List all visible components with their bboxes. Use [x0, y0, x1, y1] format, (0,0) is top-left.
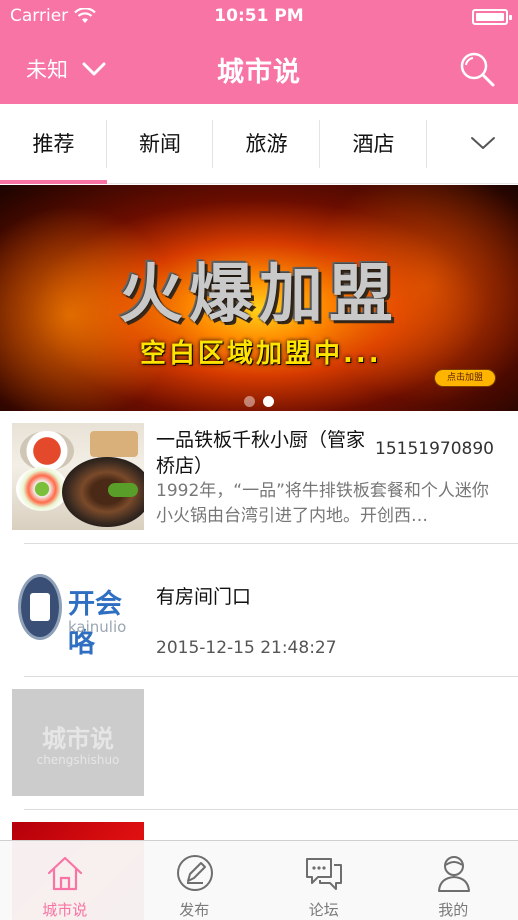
food-photo-greens	[108, 483, 138, 497]
item-thumbnail: 开会咯 kainulio	[12, 556, 144, 663]
tab-news[interactable]: 新闻	[107, 118, 213, 168]
item-date: 2015-12-15 21:48:27	[156, 638, 337, 658]
banner-title: 火爆加盟	[119, 257, 399, 332]
carousel-dot[interactable]	[244, 396, 255, 407]
tabbar-label: 论坛	[308, 901, 339, 919]
placeholder-text: 城市说	[42, 725, 114, 753]
promo-banner[interactable]: 火爆加盟 空白区域加盟中... 点击加盟	[0, 185, 518, 411]
battery-icon	[472, 9, 512, 25]
tabbar-label: 我的	[438, 901, 469, 919]
banner-join-button[interactable]: 点击加盟	[434, 369, 496, 387]
carousel-dot-active[interactable]	[263, 396, 274, 407]
tab-label: 推荐	[32, 132, 75, 156]
tab-label: 新闻	[139, 132, 181, 156]
carousel-dots	[0, 396, 518, 407]
item-phone[interactable]: 15151970890	[375, 439, 494, 459]
food-photo-soup	[20, 431, 74, 471]
tab-divider	[426, 120, 427, 168]
user-icon	[437, 856, 470, 892]
item-thumbnail-placeholder: 城市说 chengshishuo	[12, 689, 144, 796]
tabbar-label: 发布	[179, 901, 210, 919]
search-icon	[460, 52, 495, 87]
tab-hotel[interactable]: 酒店	[320, 118, 427, 168]
logo-subtext: kainulio	[68, 618, 127, 636]
battery-level	[476, 13, 504, 21]
active-tab-indicator	[0, 180, 107, 184]
status-time: 10:51 PM	[214, 6, 304, 26]
food-photo-bread	[90, 431, 138, 457]
banner-subtitle: 空白区域加盟中...	[140, 339, 382, 369]
tab-label: 酒店	[352, 132, 395, 156]
category-tabs: 推荐 新闻 旅游 酒店	[0, 104, 518, 184]
item-title: 有房间门口	[156, 586, 252, 608]
status-bar: Carrier 10:51 PM	[0, 0, 518, 34]
food-photo-salad	[16, 467, 68, 511]
item-thumbnail	[12, 423, 144, 530]
tabbar-item-home[interactable]: 城市说	[0, 841, 130, 920]
compose-icon	[176, 855, 213, 891]
tabs-more-button[interactable]	[470, 134, 496, 152]
app-root: Carrier 10:51 PM 未知 城市说 推荐 新闻 旅游 酒店 火爆加盟…	[0, 0, 518, 920]
list-item[interactable]: 开会咯 kainulio 有房间门口 2015-12-15 21:48:27	[0, 544, 518, 677]
tab-label: 旅游	[245, 132, 288, 156]
home-icon	[47, 856, 83, 891]
tabbar-label: 城市说	[42, 901, 88, 919]
placeholder-subtext: chengshishuo	[36, 753, 120, 767]
tabbar-item-forum[interactable]: 论坛	[259, 841, 389, 920]
list-item[interactable]: 一品铁板千秋小厨（管家桥店） 15151970890 1992年，“一品”将牛排…	[0, 411, 518, 544]
tabbar-item-publish[interactable]: 发布	[130, 841, 260, 920]
header: Carrier 10:51 PM 未知 城市说	[0, 0, 518, 104]
item-title: 一品铁板千秋小厨（管家桥店）	[156, 429, 366, 477]
nav-bar: 未知 城市说	[0, 34, 518, 104]
bottom-tab-bar: 城市说 发布 论坛 我的	[0, 840, 518, 920]
tab-recommend[interactable]: 推荐	[0, 118, 107, 168]
chat-bubbles-icon	[306, 858, 342, 890]
logo-emblem	[18, 574, 62, 640]
item-description: 1992年，“一品”将牛排铁板套餐和个人迷你小火锅由台湾引进了内地。开创西…	[156, 481, 489, 526]
search-button[interactable]	[458, 50, 496, 88]
list-item[interactable]: 城市说 chengshishuo	[0, 677, 518, 810]
tabbar-item-me[interactable]: 我的	[389, 841, 518, 920]
tab-travel[interactable]: 旅游	[213, 118, 320, 168]
page-title: 城市说	[217, 57, 301, 88]
